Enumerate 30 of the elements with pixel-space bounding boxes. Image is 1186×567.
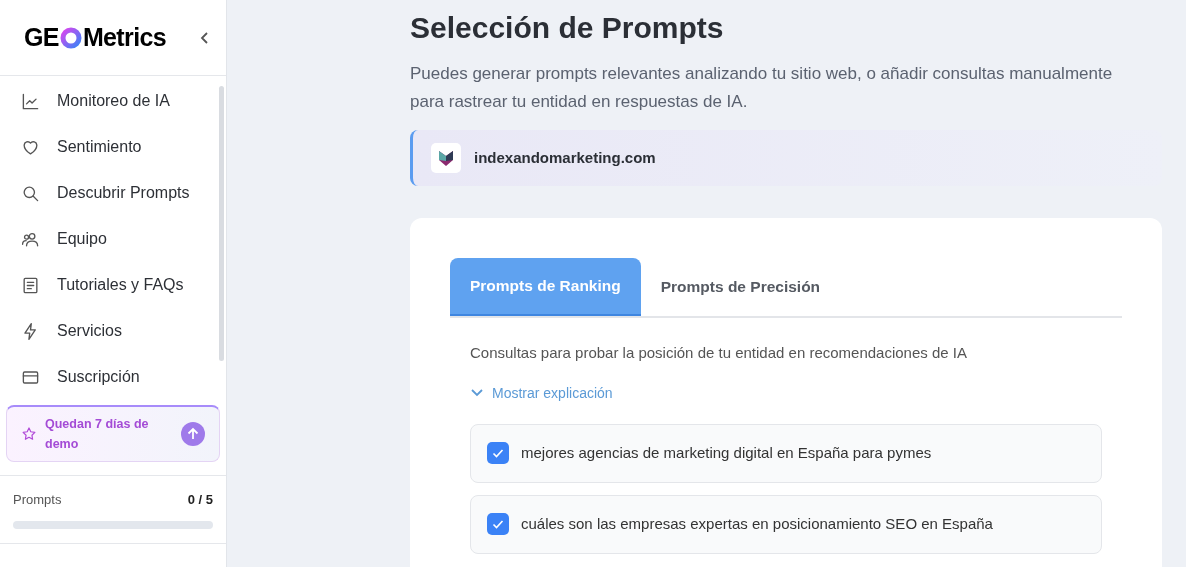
nav-item[interactable]: Sentimiento: [0, 124, 226, 170]
checkbox[interactable]: [487, 442, 509, 464]
checkbox[interactable]: [487, 513, 509, 535]
nav-item[interactable]: Descubrir Prompts: [0, 170, 226, 216]
demo-banner[interactable]: Quedan 7 días de demo: [6, 405, 220, 462]
nav-item[interactable]: Suscripción: [0, 354, 226, 400]
star-icon: [21, 426, 37, 442]
usage-label: Prompts: [13, 491, 62, 509]
site-logo-icon: [431, 143, 461, 173]
demo-text: Quedan 7 días de demo: [45, 416, 150, 453]
page-title: Selección de Prompts: [410, 10, 725, 46]
usage-count: 0 / 5: [187, 491, 213, 509]
nav-item[interactable]: Equipo: [0, 216, 226, 262]
domain-name: indexandomarketing.com: [474, 147, 656, 168]
tab[interactable]: Prompts de Precisión: [640, 258, 841, 316]
page-subtitle: Puedes generar prompts relevantes analizando tu sitio web, o añadir consultas manualmente para rastrear tu entidad en respuestas de IA.: [410, 63, 1114, 113]
collapse-button[interactable]: [200, 30, 210, 45]
scrollbar[interactable]: [219, 86, 224, 361]
prompt-text: cuáles son las empresas expertas en posicionamiento SEO en España: [521, 513, 993, 534]
nav-item[interactable]: Tutoriales y FAQs: [0, 262, 226, 308]
ring-logo-icon: [59, 26, 82, 49]
logo-text: Metrics: [82, 21, 167, 53]
chart-icon: [21, 91, 40, 111]
logo-text: GE: [24, 21, 59, 53]
nav-item[interactable]: Monitoreo de IA: [0, 78, 226, 124]
book-icon: [21, 275, 40, 295]
prompt-text: mejores agencias de marketing digital en España para pymes: [521, 442, 932, 463]
nav-item[interactable]: Servicios: [0, 308, 226, 354]
chevron-down-icon: [470, 388, 484, 398]
tab-description: Consultas para probar la posición de tu entidad en recomendaciones de IA: [470, 343, 968, 363]
